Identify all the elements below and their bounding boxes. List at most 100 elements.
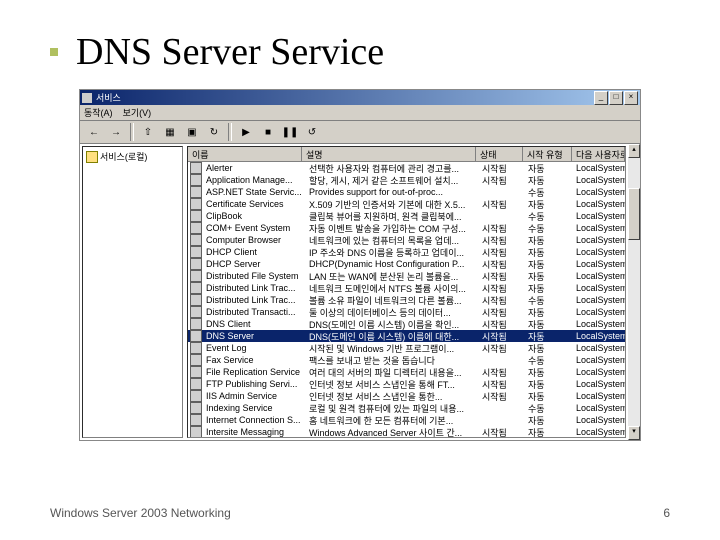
folder-icon bbox=[86, 151, 98, 163]
gear-icon bbox=[190, 162, 202, 174]
service-description: Provides support for out-of-proc... bbox=[305, 187, 478, 197]
service-startup-type: 자동 bbox=[524, 426, 572, 438]
service-logon: LocalSystem bbox=[572, 211, 625, 221]
service-row[interactable]: Distributed Transacti...둘 이상의 데이터베이스 등의 … bbox=[188, 306, 625, 318]
menu-action[interactable]: 동작(A) bbox=[84, 106, 113, 119]
vertical-scrollbar[interactable]: ▴ ▾ bbox=[628, 144, 640, 440]
col-logon[interactable]: 다음 사용자로 로그온 bbox=[572, 147, 625, 161]
service-name: File Replication Service bbox=[202, 367, 305, 377]
service-row[interactable]: Computer Browser네트워크에 있는 컴퓨터의 목록을 업데...시… bbox=[188, 234, 625, 246]
service-logon: LocalSystem bbox=[572, 427, 625, 437]
service-row[interactable]: Intersite MessagingWindows Advanced Serv… bbox=[188, 426, 625, 437]
service-row[interactable]: Fax Service팩스를 보내고 받는 것을 돕습니다수동LocalSyst… bbox=[188, 354, 625, 366]
scroll-thumb[interactable] bbox=[628, 188, 640, 240]
window-title: 서비스 bbox=[96, 91, 594, 104]
service-row[interactable]: COM+ Event System자동 이벤트 발송을 가입하는 COM 구성.… bbox=[188, 222, 625, 234]
service-name: DHCP Server bbox=[202, 259, 305, 269]
service-logon: LocalSystem bbox=[572, 307, 625, 317]
col-startup[interactable]: 시작 유형 bbox=[523, 147, 572, 161]
service-row[interactable]: FTP Publishing Servi...인터넷 정보 서비스 스냅인을 통… bbox=[188, 378, 625, 390]
service-row[interactable]: Distributed Link Trac...볼륨 소유 파일이 네트워크의 … bbox=[188, 294, 625, 306]
service-row[interactable]: ClipBook클립북 뷰어를 지원하며, 원격 클립북에...수동LocalS… bbox=[188, 210, 625, 222]
gear-icon bbox=[190, 354, 202, 366]
tree-root[interactable]: 서비스(로컬) bbox=[85, 149, 180, 164]
up-button[interactable]: ⇧ bbox=[138, 122, 158, 142]
service-logon: LocalSystem bbox=[572, 163, 625, 173]
scroll-down-button[interactable]: ▾ bbox=[628, 426, 640, 440]
service-logon: LocalSystem bbox=[572, 319, 625, 329]
service-name: Indexing Service bbox=[202, 403, 305, 413]
gear-icon bbox=[190, 306, 202, 318]
footer-text: Windows Server 2003 Networking bbox=[50, 506, 231, 520]
gear-icon bbox=[190, 366, 202, 378]
col-description[interactable]: 설명 bbox=[302, 147, 476, 161]
service-row[interactable]: ASP.NET State Servic...Provides support … bbox=[188, 186, 625, 198]
service-name: Internet Connection S... bbox=[202, 415, 305, 425]
col-name[interactable]: 이름 bbox=[188, 147, 302, 161]
service-name: DNS Server bbox=[202, 331, 305, 341]
gear-icon bbox=[190, 414, 202, 426]
service-row[interactable]: Distributed File SystemLAN 또는 WAN에 분산된 논… bbox=[188, 270, 625, 282]
gear-icon bbox=[190, 246, 202, 258]
gear-icon bbox=[190, 222, 202, 234]
service-logon: LocalSystem bbox=[572, 295, 625, 305]
props-button[interactable]: ▦ bbox=[160, 122, 180, 142]
service-name: IIS Admin Service bbox=[202, 391, 305, 401]
service-logon: LocalSystem bbox=[572, 199, 625, 209]
service-description: 할당, 게시, 제거 같은 소프트웨어 설치... bbox=[305, 174, 478, 187]
refresh-button[interactable]: ↻ bbox=[204, 122, 224, 142]
service-description: IP 주소와 DNS 이름을 등록하고 업데이... bbox=[305, 246, 478, 259]
service-logon: LocalSystem bbox=[572, 283, 625, 293]
service-logon: LocalSystem bbox=[572, 379, 625, 389]
app-icon bbox=[82, 93, 92, 103]
slide-title: DNS Server Service bbox=[76, 30, 384, 74]
service-name: Fax Service bbox=[202, 355, 305, 365]
service-name: Distributed Link Trac... bbox=[202, 295, 305, 305]
service-row[interactable]: DHCP ServerDHCP(Dynamic Host Configurati… bbox=[188, 258, 625, 270]
scroll-up-button[interactable]: ▴ bbox=[628, 144, 640, 158]
forward-button[interactable]: → bbox=[106, 122, 126, 142]
close-button[interactable]: × bbox=[624, 91, 638, 105]
stop-button[interactable]: ■ bbox=[258, 122, 278, 142]
service-logon: LocalSystem bbox=[572, 403, 625, 413]
service-status: 시작됨 bbox=[478, 342, 524, 355]
service-row[interactable]: IIS Admin Service인터넷 정보 서비스 스냅인을 통한...시작… bbox=[188, 390, 625, 402]
service-row[interactable]: Alerter선택한 사용자와 컴퓨터에 관리 경고를...시작됨자동Local… bbox=[188, 162, 625, 174]
gear-icon bbox=[190, 378, 202, 390]
scroll-track[interactable] bbox=[628, 158, 640, 426]
service-row[interactable]: Event Log시작된 및 Windows 기반 프로그램이...시작됨자동L… bbox=[188, 342, 625, 354]
service-row[interactable]: Certificate ServicesX.509 기반의 인증서와 기본에 대… bbox=[188, 198, 625, 210]
menu-view[interactable]: 보기(V) bbox=[123, 106, 152, 119]
service-name: DHCP Client bbox=[202, 247, 305, 257]
title-bullet bbox=[50, 48, 58, 56]
maximize-button[interactable]: □ bbox=[609, 91, 623, 105]
export-button[interactable]: ▣ bbox=[182, 122, 202, 142]
service-row[interactable]: Application Manage...할당, 게시, 제거 같은 소프트웨어… bbox=[188, 174, 625, 186]
service-row[interactable]: Indexing Service로컬 및 원격 컴퓨터에 있는 파일의 내용..… bbox=[188, 402, 625, 414]
restart-button[interactable]: ↺ bbox=[302, 122, 322, 142]
service-name: Certificate Services bbox=[202, 199, 305, 209]
service-status: 시작됨 bbox=[478, 426, 524, 438]
service-name: DNS Client bbox=[202, 319, 305, 329]
service-row[interactable]: DHCP ClientIP 주소와 DNS 이름을 등록하고 업데이...시작됨… bbox=[188, 246, 625, 258]
service-row[interactable]: DNS ServerDNS(도메인 이름 시스템) 이름에 대한...시작됨자동… bbox=[188, 330, 625, 342]
service-logon: LocalSystem bbox=[572, 367, 625, 377]
start-button[interactable]: ▶ bbox=[236, 122, 256, 142]
service-row[interactable]: File Replication Service여러 대의 서버의 파일 디렉터… bbox=[188, 366, 625, 378]
minimize-button[interactable]: _ bbox=[594, 91, 608, 105]
service-row[interactable]: Internet Connection S...홈 네트워크에 한 모든 컴퓨터… bbox=[188, 414, 625, 426]
service-name: Event Log bbox=[202, 343, 305, 353]
service-row[interactable]: DNS ClientDNS(도메인 이름 시스템) 이름을 확인...시작됨자동… bbox=[188, 318, 625, 330]
service-logon: LocalSystem bbox=[572, 415, 625, 425]
service-row[interactable]: Distributed Link Trac...네트워크 도메인에서 NTFS … bbox=[188, 282, 625, 294]
pause-button[interactable]: ❚❚ bbox=[280, 122, 300, 142]
service-name: Distributed File System bbox=[202, 271, 305, 281]
gear-icon bbox=[190, 210, 202, 222]
gear-icon bbox=[190, 342, 202, 354]
tree-root-label: 서비스(로컬) bbox=[100, 150, 147, 163]
col-status[interactable]: 상태 bbox=[476, 147, 523, 161]
back-button[interactable]: ← bbox=[84, 122, 104, 142]
gear-icon bbox=[190, 390, 202, 402]
service-name: Distributed Transacti... bbox=[202, 307, 305, 317]
services-list: 이름 설명 상태 시작 유형 다음 사용자로 로그온 Alerter선택한 사용… bbox=[187, 146, 626, 438]
